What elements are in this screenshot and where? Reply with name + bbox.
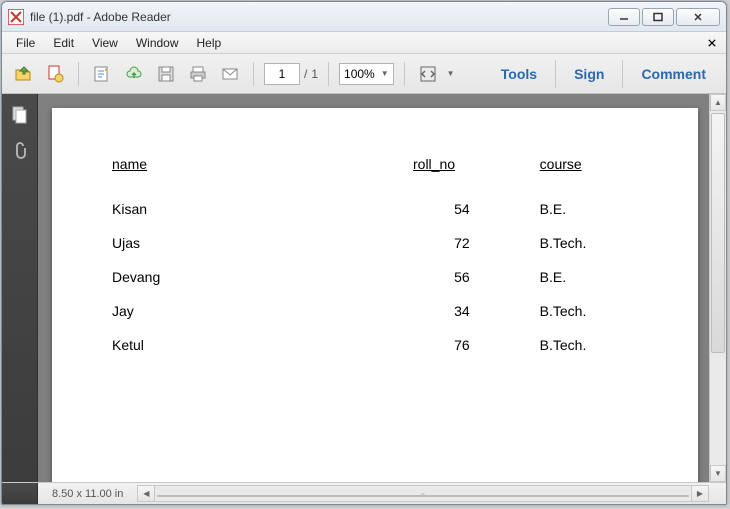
cell-course: B.Tech.: [470, 328, 638, 362]
read-mode-button[interactable]: [415, 61, 441, 87]
save-button[interactable]: [153, 61, 179, 87]
horizontal-scrollbar[interactable]: ◀ ≡ ▶: [137, 485, 709, 502]
thumbnails-panel-button[interactable]: [9, 104, 31, 126]
minimize-button[interactable]: [608, 8, 640, 26]
cell-name: Jay: [112, 294, 375, 328]
convert-button[interactable]: [89, 61, 115, 87]
cell-name: Devang: [112, 260, 375, 294]
zoom-select[interactable]: 100% ▼: [339, 63, 394, 85]
menubar: File Edit View Window Help: [2, 32, 726, 54]
sign-panel-button[interactable]: Sign: [562, 60, 616, 88]
page-dimensions: 8.50 x 11.00 in: [38, 488, 137, 500]
cell-name: Kisan: [112, 192, 375, 226]
data-table: name roll_no course Kisan54B.E.Ujas72B.T…: [112, 156, 638, 362]
table-row: Kisan54B.E.: [112, 192, 638, 226]
read-mode-dropdown-icon[interactable]: ▼: [447, 69, 455, 78]
window-title: file (1).pdf - Adobe Reader: [30, 10, 171, 24]
tools-panel-button[interactable]: Tools: [489, 60, 549, 88]
page-total: 1: [311, 67, 318, 81]
menu-help[interactable]: Help: [189, 34, 230, 52]
vertical-scrollbar[interactable]: ▲ ▼: [709, 94, 726, 482]
cell-roll: 76: [375, 328, 470, 362]
hscroll-thumb[interactable]: ≡: [157, 495, 689, 497]
cell-name: Ujas: [112, 226, 375, 260]
create-pdf-button[interactable]: [42, 61, 68, 87]
attachments-panel-button[interactable]: [9, 140, 31, 162]
header-roll: roll_no: [375, 156, 470, 192]
page-separator: /: [304, 67, 307, 81]
maximize-button[interactable]: [642, 8, 674, 26]
print-button[interactable]: [185, 61, 211, 87]
cell-course: B.Tech.: [470, 294, 638, 328]
cell-roll: 54: [375, 192, 470, 226]
close-button[interactable]: [676, 8, 720, 26]
table-row: Devang56B.E.: [112, 260, 638, 294]
cell-course: B.E.: [470, 260, 638, 294]
cell-roll: 72: [375, 226, 470, 260]
toolbar: / 1 100% ▼ ▼ Tools Sign Comment: [2, 54, 726, 94]
cloud-button[interactable]: [121, 61, 147, 87]
menu-window[interactable]: Window: [128, 34, 187, 52]
scroll-right-arrow-icon[interactable]: ▶: [691, 486, 708, 501]
vscroll-track[interactable]: [710, 111, 726, 465]
menu-edit[interactable]: Edit: [45, 34, 82, 52]
page-number-input[interactable]: [264, 63, 300, 85]
scroll-up-arrow-icon[interactable]: ▲: [710, 94, 726, 111]
document-viewport: name roll_no course Kisan54B.E.Ujas72B.T…: [38, 94, 726, 482]
page-nav: / 1: [264, 63, 318, 85]
table-row: Ketul76B.Tech.: [112, 328, 638, 362]
zoom-value: 100%: [344, 67, 375, 81]
cell-roll: 56: [375, 260, 470, 294]
table-row: Jay34B.Tech.: [112, 294, 638, 328]
window-controls: [608, 8, 720, 26]
menu-view[interactable]: View: [84, 34, 126, 52]
document-close-button[interactable]: [704, 35, 720, 51]
scroll-left-arrow-icon[interactable]: ◀: [138, 486, 155, 501]
app-window: file (1).pdf - Adobe Reader File Edit Vi…: [1, 1, 727, 505]
pdf-page: name roll_no course Kisan54B.E.Ujas72B.T…: [52, 108, 698, 482]
scroll-down-arrow-icon[interactable]: ▼: [710, 465, 726, 482]
open-file-button[interactable]: [10, 61, 36, 87]
statusbar: 8.50 x 11.00 in ◀ ≡ ▶: [2, 482, 726, 504]
comment-panel-button[interactable]: Comment: [629, 60, 718, 88]
menu-file[interactable]: File: [8, 34, 43, 52]
adobe-reader-icon: [8, 9, 24, 25]
cell-course: B.E.: [470, 192, 638, 226]
titlebar[interactable]: file (1).pdf - Adobe Reader: [2, 2, 726, 32]
header-name: name: [112, 156, 375, 192]
vscroll-thumb[interactable]: [711, 113, 725, 353]
header-course: course: [470, 156, 638, 192]
left-nav-rail: [2, 94, 38, 482]
content-area: name roll_no course Kisan54B.E.Ujas72B.T…: [2, 94, 726, 482]
chevron-down-icon: ▼: [381, 69, 389, 78]
table-row: Ujas72B.Tech.: [112, 226, 638, 260]
cell-roll: 34: [375, 294, 470, 328]
document-scroll[interactable]: name roll_no course Kisan54B.E.Ujas72B.T…: [38, 94, 709, 482]
email-button[interactable]: [217, 61, 243, 87]
cell-name: Ketul: [112, 328, 375, 362]
cell-course: B.Tech.: [470, 226, 638, 260]
